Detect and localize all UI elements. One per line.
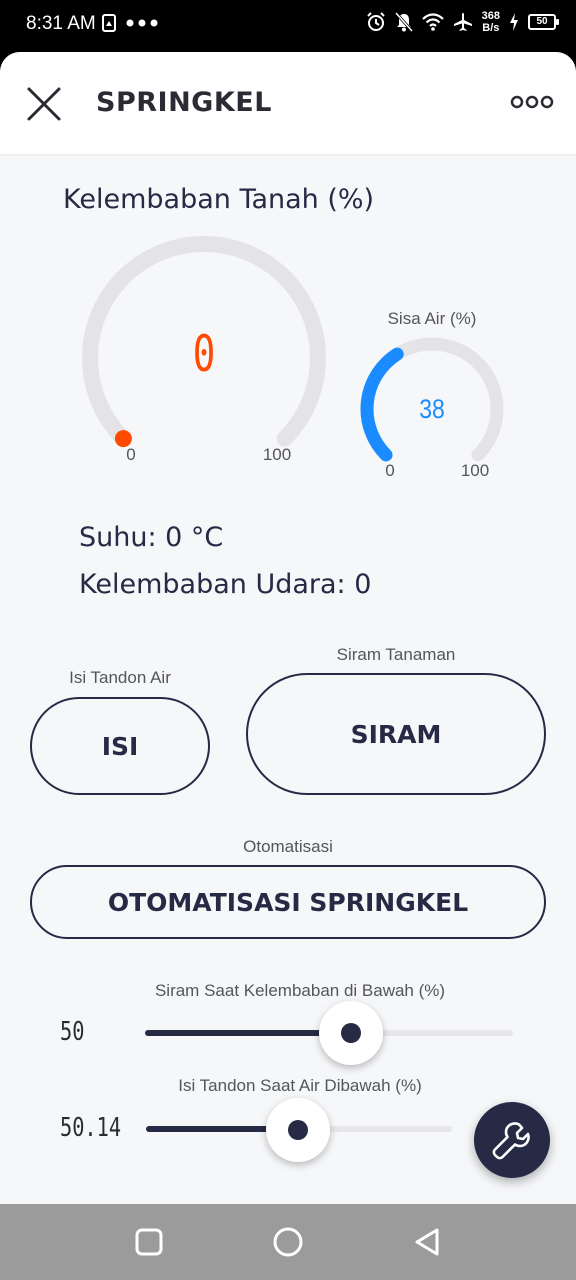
more-options-button[interactable] [510,92,554,112]
water-remaining-min-label: 0 [385,461,395,480]
charging-icon [510,13,518,31]
temperature-reading: Suhu: 0 °C [79,522,224,553]
wrench-icon [492,1122,530,1160]
slider-tank-below-value: 50.14 [60,1113,122,1143]
slider-tank-below-thumb[interactable] [265,1098,330,1162]
network-speed: 368 B/s [482,10,500,34]
square-icon [135,1228,163,1256]
status-time: 8:31 AM [26,13,96,34]
slider-water-below-value: 50 [60,1017,85,1047]
soil-humidity-min-label: 0 [126,445,136,464]
more-horizontal-icon [510,95,554,109]
water-plants-button[interactable]: SIRAM [246,673,546,795]
nav-home-button[interactable] [272,1226,304,1258]
status-bar: 8:31 AM 368 B/s 50 [0,0,576,52]
fill-tank-label: Isi Tandon Air [69,668,171,687]
close-icon [27,87,61,121]
status-notification-icons [102,14,158,32]
screenshot-icon [102,14,116,32]
water-plants-label: Siram Tanaman [336,645,456,664]
wifi-icon [421,13,444,31]
settings-fab-button[interactable] [474,1102,550,1178]
app-bar: SPRINGKEL [0,52,576,154]
water-remaining-title: Sisa Air (%) [387,309,477,328]
nav-back-button[interactable] [411,1226,443,1258]
network-speed-unit: B/s [482,22,500,34]
battery-indicator: 50 [528,14,559,30]
app-screen: SPRINGKEL Kelembaban Tanah (%) 0 0 100 S… [0,52,576,1204]
automation-label: Otomatisasi [243,837,333,856]
circle-icon [273,1227,303,1257]
water-remaining-max-label: 100 [460,461,490,480]
soil-humidity-max-label: 100 [262,445,292,464]
water-remaining-arc-fill [360,347,404,462]
slider-water-below-label: Siram Saat Kelembaban di Bawah (%) [154,981,446,1000]
soil-humidity-title: Kelembaban Tanah (%) [63,184,375,215]
soil-humidity-value: 0 [192,325,216,383]
system-nav-bar [0,1204,576,1280]
nav-recents-button[interactable] [133,1226,165,1258]
status-system-icons: 368 B/s 50 [366,10,559,34]
automation-button[interactable]: OTOMATISASI SPRINGKEL [30,865,546,939]
close-button[interactable] [24,84,64,124]
page-title: SPRINGKEL [96,87,272,118]
fill-tank-button[interactable]: ISI [30,697,210,795]
network-speed-value: 368 [481,10,500,22]
slider-tank-below-label: Isi Tandon Saat Air Dibawah (%) [178,1076,422,1095]
alarm-icon [366,12,385,31]
airplane-icon [453,13,472,31]
triangle-back-icon [415,1228,439,1256]
more-notifications-icon [126,19,158,27]
mute-icon [394,12,413,32]
slider-water-below-thumb[interactable] [319,1001,384,1065]
air-humidity-reading: Kelembaban Udara: 0 [79,569,372,600]
water-remaining-value: 38 [419,394,445,424]
